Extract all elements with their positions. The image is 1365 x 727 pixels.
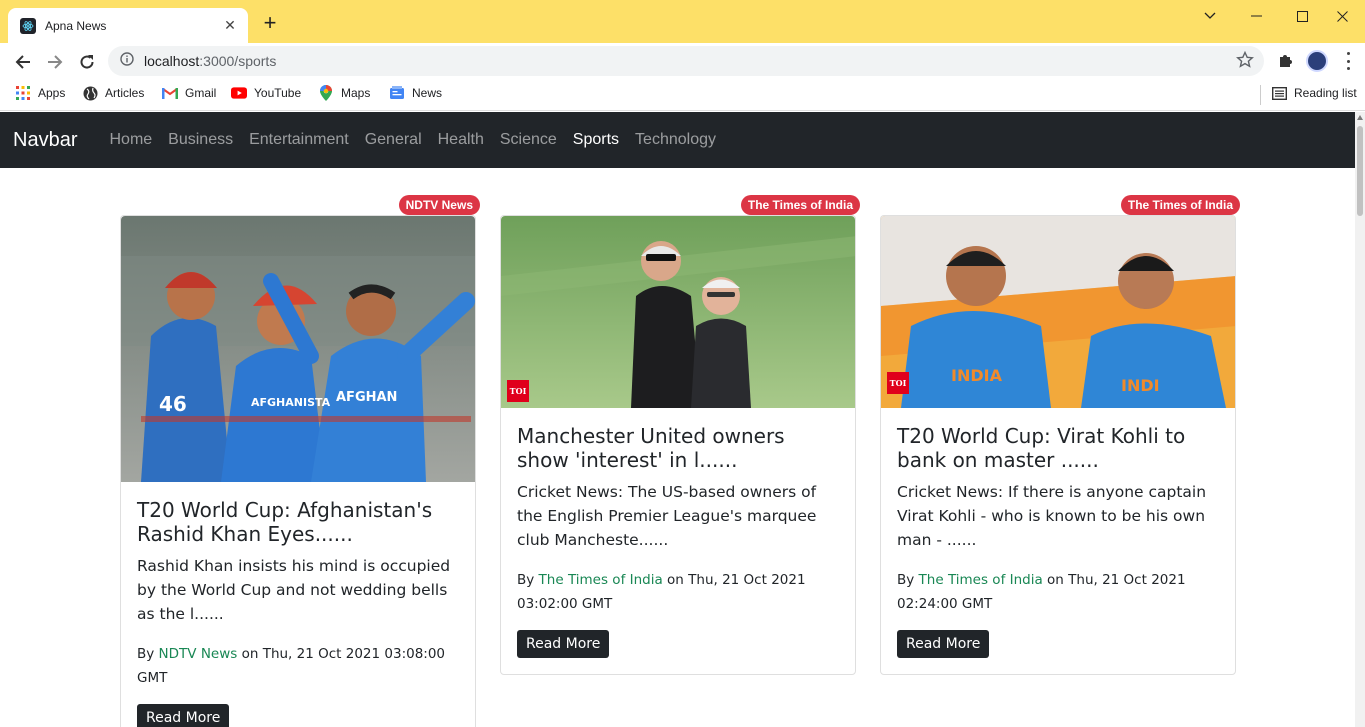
card-body: T20 World Cup: Afghanistan's Rashid Khan… (121, 482, 475, 727)
nav-link-science[interactable]: Science (492, 131, 565, 149)
by-label: By (897, 572, 919, 588)
bookmarks-divider (1260, 85, 1261, 105)
toi-logo: TOI (887, 372, 909, 394)
page-scrollbar[interactable] (1355, 112, 1365, 727)
extensions-puzzle-icon[interactable] (1277, 51, 1295, 74)
site-navbar: Navbar Home Business Entertainment Gener… (0, 112, 1355, 168)
url-text: localhost:3000/sports (144, 53, 276, 69)
read-more-button[interactable]: Read More (897, 630, 990, 658)
tab-close-icon[interactable]: ✕ (222, 17, 238, 34)
bookmark-label: Articles (105, 86, 145, 100)
article-meta: By The Times of India on Thu, 21 Oct 202… (517, 568, 839, 616)
bookmark-label: Apps (38, 86, 66, 100)
url-path: :3000/sports (199, 53, 277, 69)
bookmark-apps[interactable]: Apps (15, 85, 65, 101)
source-badge: The Times of India (1120, 195, 1240, 215)
tab-search-icon[interactable] (1187, 0, 1233, 32)
back-button[interactable] (9, 48, 37, 76)
reload-button[interactable] (73, 48, 101, 76)
read-more-button[interactable]: Read More (517, 630, 610, 658)
news-icon (389, 85, 405, 101)
svg-text:INDI: INDI (1121, 376, 1160, 395)
gmail-icon (162, 85, 178, 101)
article-meta: By The Times of India on Thu, 21 Oct 202… (897, 568, 1219, 616)
reading-list-button[interactable]: Reading list (1271, 85, 1357, 101)
reading-list-icon (1271, 85, 1287, 101)
bookmark-label: News (412, 86, 443, 100)
reading-list-label: Reading list (1294, 86, 1357, 100)
bookmark-articles[interactable]: Articles (82, 85, 144, 101)
nav-link-home[interactable]: Home (101, 131, 160, 149)
nav-link-general[interactable]: General (357, 131, 430, 149)
minimize-button[interactable] (1233, 0, 1279, 32)
navbar-brand[interactable]: Navbar (13, 129, 77, 152)
profile-avatar[interactable] (1306, 50, 1328, 72)
svg-text:AFGHANISTA: AFGHANISTA (251, 396, 331, 409)
scroll-up-arrow-icon[interactable] (1357, 115, 1363, 120)
bookmark-news[interactable]: News (389, 85, 442, 101)
bookmark-label: Maps (341, 86, 371, 100)
toi-logo: TOI (507, 380, 529, 402)
article-image: TOI (501, 216, 855, 408)
nav-link-sports[interactable]: Sports (565, 131, 627, 149)
browser-toolbar: localhost:3000/sports (0, 43, 1365, 79)
browser-tab[interactable]: Apna News ✕ (8, 8, 248, 43)
svg-text:AFGHAN: AFGHAN (336, 390, 397, 405)
article-image: AFGHAN AFGHANISTA 46 (121, 216, 475, 482)
bookmark-gmail[interactable]: Gmail (162, 85, 216, 101)
article-title: Manchester United owners show 'interest'… (517, 424, 785, 472)
article-description: Rashid Khan insists his mind is occupied… (137, 557, 451, 623)
new-tab-button[interactable]: + (258, 11, 282, 35)
card-body: Manchester United owners show 'interest'… (501, 408, 855, 674)
site-info-icon[interactable] (120, 51, 134, 71)
svg-text:46: 46 (159, 392, 187, 416)
article-title: T20 World Cup: Virat Kohli to bank on ma… (897, 424, 1186, 472)
bookmark-star-icon[interactable] (1236, 50, 1254, 74)
url-host: localhost (144, 53, 200, 69)
bookmark-maps[interactable]: Maps (318, 85, 370, 101)
youtube-icon (231, 85, 247, 101)
apps-grid-icon (15, 85, 31, 101)
by-label: By (137, 646, 159, 662)
article-description: Cricket News: If there is anyone captain… (897, 483, 1207, 549)
nav-link-entertainment[interactable]: Entertainment (241, 131, 357, 149)
close-window-button[interactable] (1319, 0, 1365, 32)
source-badge: The Times of India (740, 195, 860, 215)
news-card: NDTV News AFGHAN AFGHANISTA 46 T20 World… (120, 195, 480, 727)
maps-pin-icon (318, 85, 334, 101)
globe-icon (82, 85, 98, 101)
tab-strip: Apna News ✕ + (0, 0, 1365, 43)
news-card: The Times of India TOI Manchester United… (500, 195, 860, 675)
nav-link-business[interactable]: Business (160, 131, 241, 149)
browser-menu-icon[interactable] (1340, 52, 1356, 70)
article-source: The Times of India (918, 572, 1043, 588)
forward-button[interactable] (41, 48, 69, 76)
article-description: Cricket News: The US-based owners of the… (517, 483, 817, 549)
article-image: INDIA INDI TOI (881, 216, 1235, 408)
page-viewport: Navbar Home Business Entertainment Gener… (0, 112, 1355, 727)
article-title: T20 World Cup: Afghanistan's Rashid Khan… (137, 498, 433, 546)
bookmark-youtube[interactable]: YouTube (231, 85, 301, 101)
read-more-button[interactable]: Read More (137, 704, 230, 727)
bookmark-label: Gmail (185, 86, 217, 100)
svg-text:INDIA: INDIA (951, 366, 1003, 385)
react-favicon-icon (20, 17, 36, 34)
nav-link-technology[interactable]: Technology (627, 131, 724, 149)
address-bar[interactable]: localhost:3000/sports (108, 46, 1264, 76)
article-source: NDTV News (158, 646, 238, 662)
scrollbar-thumb[interactable] (1357, 126, 1363, 216)
nav-link-health[interactable]: Health (430, 131, 492, 149)
tab-title: Apna News (45, 18, 107, 33)
bookmarks-bar: Apps Articles Gmail YouTube Maps News Re… (0, 79, 1365, 111)
card-body: T20 World Cup: Virat Kohli to bank on ma… (881, 408, 1235, 674)
news-card: The Times of India INDIA INDI TOI T20 Wo… (880, 195, 1240, 675)
bookmark-label: YouTube (254, 86, 302, 100)
article-meta: By NDTV News on Thu, 21 Oct 2021 03:08:0… (137, 642, 459, 690)
by-label: By (517, 572, 539, 588)
article-source: The Times of India (538, 572, 663, 588)
source-badge: NDTV News (398, 195, 480, 215)
